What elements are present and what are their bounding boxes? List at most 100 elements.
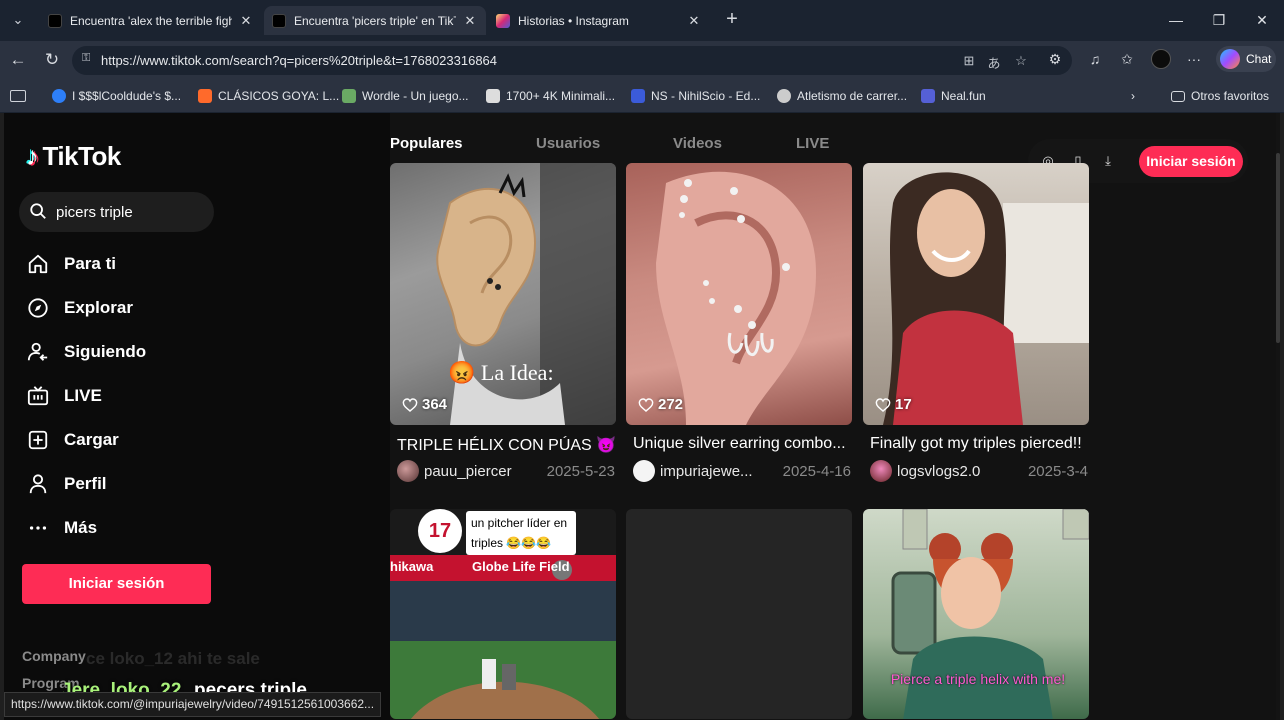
close-tab-icon[interactable]: ✕ <box>686 13 702 29</box>
video-card[interactable]: 😡 La Idea: 364 TRIPLE HÉLIX CON PÚAS 😈 p… <box>390 163 616 493</box>
nav-item-explorar[interactable]: Explorar <box>26 294 133 322</box>
video-title[interactable]: Unique silver earring combo... <box>633 435 851 453</box>
nav-item-mas[interactable]: Más <box>26 514 97 542</box>
extensions-icon[interactable]: ⚙ <box>1045 51 1065 69</box>
heart-outline-icon <box>875 397 891 412</box>
video-title[interactable]: Finally got my triples pierced!! <box>870 435 1088 453</box>
tiktok-page: ♪ TikTok picers triple Para ti Explorar … <box>4 113 1280 720</box>
search-input[interactable]: picers triple <box>56 204 133 221</box>
video-thumbnail[interactable]: 17 un pitcher líder en triples 😂😂😂 hikaw… <box>390 509 616 719</box>
nav-item-live[interactable]: LIVE <box>26 382 102 410</box>
tiktok-sidebar: ♪ TikTok picers triple Para ti Explorar … <box>4 113 390 720</box>
tab-live[interactable]: LIVE <box>796 135 829 152</box>
tab-actions-chevron-icon[interactable]: ⌄ <box>8 10 28 30</box>
browser-tab-strip: ⌄ Encuentra 'alex the terrible fight' e … <box>0 0 1284 41</box>
minimize-icon[interactable]: — <box>1166 10 1186 30</box>
tiktok-favicon-icon <box>48 13 62 28</box>
browser-toolbar: ← ↻ ⚿ https://www.tiktok.com/search?q=pi… <box>0 41 1284 79</box>
video-card[interactable]: 17 Finally got my triples pierced!! logs… <box>863 163 1089 493</box>
close-tab-icon[interactable]: ✕ <box>238 13 254 29</box>
video-meta: logsvlogs2.0 2025-3-4 <box>870 460 1088 482</box>
bookmark-favicon-icon <box>777 89 791 103</box>
bookmark-item-1[interactable]: I $$$lCooldude's $... <box>52 88 181 104</box>
app-available-icon[interactable]: ⊞ <box>960 53 978 69</box>
video-card[interactable]: 272 Unique silver earring combo... impur… <box>626 163 852 493</box>
profile-avatar[interactable] <box>1151 49 1171 69</box>
post-date: 2025-5-23 <box>546 462 615 480</box>
browser-tab-2[interactable]: Encuentra 'picers triple' en TikTok ✕ <box>264 6 486 35</box>
other-favorites-folder[interactable]: Otros favoritos <box>1171 88 1269 104</box>
video-thumbnail[interactable]: Pierce a triple helix with me! <box>863 509 1089 719</box>
tab-videos[interactable]: Videos <box>673 135 722 152</box>
site-info-icon[interactable]: ⚿ <box>82 52 96 66</box>
ear-piercings-illustration <box>656 171 816 425</box>
tiktok-logo[interactable]: ♪ TikTok <box>26 141 121 172</box>
nav-item-cargar[interactable]: Cargar <box>26 426 119 454</box>
video-thumbnail[interactable]: 17 <box>863 163 1089 425</box>
close-tab-icon[interactable]: ✕ <box>462 13 478 29</box>
like-count: 364 <box>402 396 447 413</box>
new-tab-plus-icon[interactable]: + <box>722 9 742 31</box>
copilot-chat-button[interactable]: Chat <box>1216 46 1276 72</box>
reading-list-icon[interactable] <box>10 88 32 104</box>
like-count: 272 <box>638 396 683 413</box>
bookmark-item-2[interactable]: CLÁSICOS GOYA: L... <box>198 88 339 104</box>
bookmark-item-6[interactable]: Atletismo de carrer... <box>777 88 907 104</box>
bookmark-favicon-icon <box>486 89 500 103</box>
video-thumbnail-loading[interactable] <box>626 509 852 719</box>
address-url[interactable]: https://www.tiktok.com/search?q=picers%2… <box>101 53 497 68</box>
video-thumbnail[interactable]: 272 <box>626 163 852 425</box>
nav-item-perfil[interactable]: Perfil <box>26 470 107 498</box>
bookmark-item-5[interactable]: NS - NihilScio - Ed... <box>631 88 760 104</box>
sidebar-login-button[interactable]: Iniciar sesión <box>22 564 211 604</box>
more-options-icon[interactable]: ··· <box>1184 51 1204 69</box>
bookmark-favicon-icon <box>52 89 66 103</box>
post-date: 2025-3-4 <box>1027 462 1088 480</box>
nav-item-siguiendo[interactable]: Siguiendo <box>26 338 146 366</box>
favorite-star-icon[interactable]: ☆ <box>1012 53 1030 69</box>
selfie-illustration <box>883 172 1089 425</box>
live-icon <box>26 384 50 408</box>
banner-left-text: hikawa <box>390 559 434 574</box>
more-bookmarks-chevron-icon[interactable]: › <box>1131 88 1135 104</box>
avatar[interactable] <box>633 460 655 482</box>
favorites-icon[interactable]: ✩ <box>1117 51 1137 69</box>
reload-icon[interactable]: ↻ <box>42 50 62 70</box>
username[interactable]: logsvlogs2.0 <box>897 463 1020 480</box>
page-scrollbar[interactable] <box>1276 113 1280 720</box>
scrollbar-thumb[interactable] <box>1276 153 1280 343</box>
thumbnail-caption: un pitcher líder en triples 😂😂😂 <box>466 511 576 555</box>
translate-icon[interactable]: あ <box>985 53 1003 71</box>
avatar[interactable] <box>870 460 892 482</box>
bookmark-item-3[interactable]: Wordle - Un juego... <box>342 88 469 104</box>
video-thumbnail[interactable]: 😡 La Idea: 364 <box>390 163 616 425</box>
profile-icon <box>26 472 50 496</box>
bookmark-item-7[interactable]: Neal.fun <box>921 88 986 104</box>
brand-name: TikTok <box>42 141 122 171</box>
thumbnail-caption: Pierce a triple helix with me! <box>890 671 1066 687</box>
browser-tab-3[interactable]: Historias • Instagram ✕ <box>488 6 710 35</box>
restore-icon[interactable]: ❐ <box>1209 10 1229 30</box>
search-box[interactable]: picers triple <box>19 192 214 232</box>
back-arrow-icon[interactable]: ← <box>8 50 28 70</box>
video-title[interactable]: TRIPLE HÉLIX CON PÚAS 😈 <box>397 435 615 455</box>
video-meta: impuriajewe... 2025-4-16 <box>633 460 851 482</box>
nav-item-para-ti[interactable]: Para ti <box>26 250 116 278</box>
media-control-icon[interactable]: ♫ <box>1085 51 1105 69</box>
link-status-bar: https://www.tiktok.com/@impuriajewelry/v… <box>4 692 382 717</box>
copilot-label: Chat <box>1246 52 1272 66</box>
tab-populares[interactable]: Populares <box>390 135 463 152</box>
footer-link-company[interactable]: Company <box>22 648 86 664</box>
close-window-icon[interactable]: ✕ <box>1252 10 1272 30</box>
tab-usuarios[interactable]: Usuarios <box>536 135 600 152</box>
avatar[interactable] <box>397 460 419 482</box>
username[interactable]: impuriajewe... <box>660 463 775 480</box>
download-icon[interactable]: ⤓ <box>1100 153 1116 169</box>
browser-tab-1[interactable]: Encuentra 'alex the terrible fight' e ✕ <box>40 6 262 35</box>
header-login-button[interactable]: Iniciar sesión <box>1139 146 1243 177</box>
address-bar[interactable]: ⚿ https://www.tiktok.com/search?q=picers… <box>72 46 1072 75</box>
jersey-number-badge: 17 <box>418 509 462 553</box>
username[interactable]: pauu_piercer <box>424 463 539 480</box>
selfie-mirror-illustration <box>891 509 1089 719</box>
bookmark-item-4[interactable]: 1700+ 4K Minimali... <box>486 88 615 104</box>
